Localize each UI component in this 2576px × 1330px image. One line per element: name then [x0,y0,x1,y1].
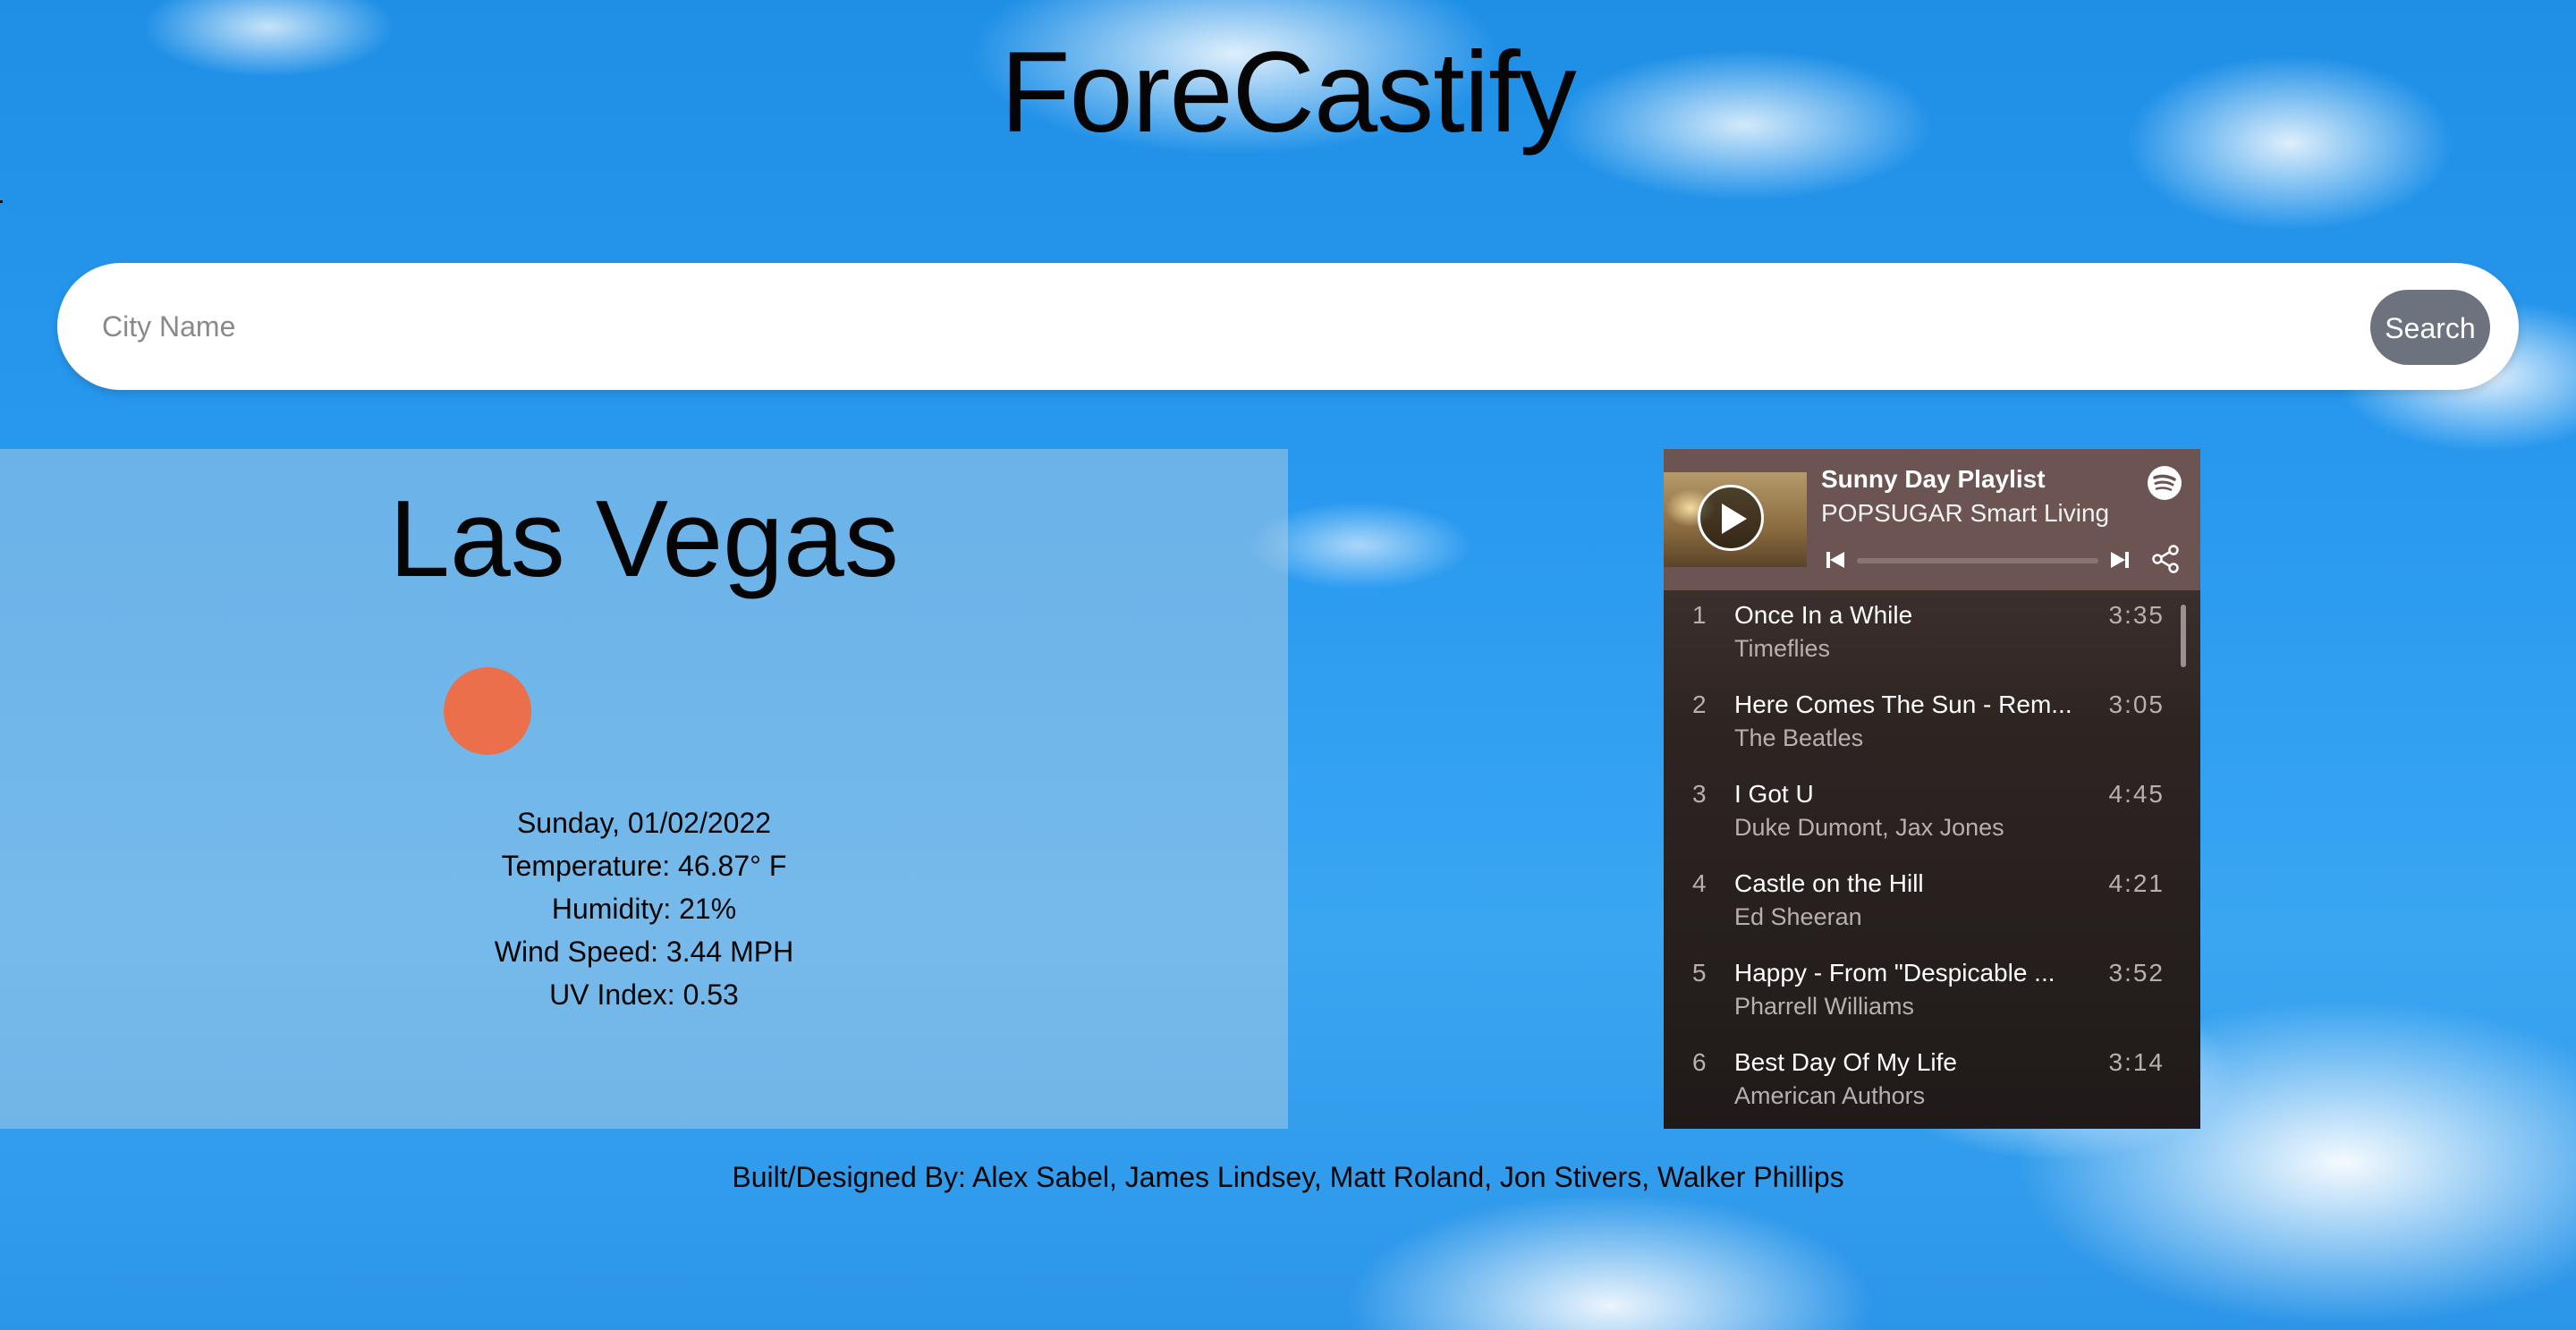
track-row[interactable]: 3 I Got U Duke Dumont, Jax Jones 4:45 [1664,769,2182,859]
weather-temperature: Temperature: 46.87° F [501,850,787,882]
track-number: 6 [1692,1048,1707,1076]
track-title: I Got U [1734,780,1814,808]
track-duration: 3:05 [2108,690,2165,718]
track-duration: 4:21 [2108,869,2165,897]
spotify-header: Sunny Day Playlist POPSUGAR Smart Living [1664,449,2200,590]
track-row[interactable]: 6 Best Day Of My Life American Authors 3… [1664,1038,2182,1127]
track-row[interactable]: 2 Here Comes The Sun - Rem... The Beatle… [1664,680,2182,769]
track-number: 4 [1692,869,1707,897]
track-number: 3 [1692,780,1707,808]
next-track-icon[interactable] [2109,549,2131,571]
playlist-owner[interactable]: POPSUGAR Smart Living [1821,499,2109,528]
weather-card: Las Vegas Sunday, 01/02/2022 Temperature… [0,449,1288,1129]
sun-icon [444,667,531,755]
previous-track-icon[interactable] [1825,549,1846,571]
track-title: Happy - From "Despicable ... [1734,959,2055,987]
edge-mark [0,200,3,203]
track-artist: The Beatles [1734,724,1864,751]
spotify-logo-icon[interactable] [2147,465,2182,501]
search-input[interactable] [100,290,2376,363]
footer-credits: Built/Designed By: Alex Sabel, James Lin… [732,1161,1844,1193]
play-icon [1722,504,1747,534]
track-title: Best Day Of My Life [1734,1048,1957,1076]
track-number: 1 [1692,601,1707,629]
share-icon[interactable] [2150,544,2181,574]
search-button[interactable]: Search [2370,290,2490,365]
track-row[interactable]: 5 Happy - From "Despicable ... Pharrell … [1664,948,2182,1038]
weather-uv-index: UV Index: 0.53 [549,978,739,1011]
track-duration: 3:52 [2108,959,2165,987]
track-artist: Ed Sheeran [1734,903,1862,930]
track-number: 2 [1692,690,1707,718]
weather-wind-speed: Wind Speed: 3.44 MPH [494,936,794,968]
track-duration: 3:35 [2108,601,2165,629]
weather-humidity: Humidity: 21% [551,893,737,925]
track-title: Here Comes The Sun - Rem... [1734,690,2072,718]
search-bar: Search [57,263,2519,390]
weather-date: Sunday, 01/02/2022 [516,807,772,839]
track-title: Once In a While [1734,601,1913,629]
track-number: 5 [1692,959,1707,987]
page-title: ForeCastify [1000,29,1576,157]
spotify-widget: Sunny Day Playlist POPSUGAR Smart Living [1664,449,2200,1129]
weather-details: Sunday, 01/02/2022 Temperature: 46.87° F… [0,801,1288,1016]
progress-bar[interactable] [1857,558,2098,563]
track-duration: 4:45 [2108,780,2165,808]
album-art [1664,472,1807,567]
playlist-title[interactable]: Sunny Day Playlist [1821,465,2046,494]
track-list: 1 Once In a While Timeflies 3:35 2 Here … [1664,590,2200,1129]
track-row[interactable]: 4 Castle on the Hill Ed Sheeran 4:21 [1664,859,2182,948]
track-row[interactable]: 1 Once In a While Timeflies 3:35 [1664,590,2182,680]
track-artist: Duke Dumont, Jax Jones [1734,814,2004,841]
city-name: Las Vegas [389,478,899,599]
play-button[interactable] [1698,485,1764,551]
track-title: Castle on the Hill [1734,869,1924,897]
track-duration: 3:14 [2108,1048,2165,1076]
track-artist: Timeflies [1734,635,1831,662]
track-artist: Pharrell Williams [1734,993,1915,1020]
track-artist: American Authors [1734,1082,1926,1109]
